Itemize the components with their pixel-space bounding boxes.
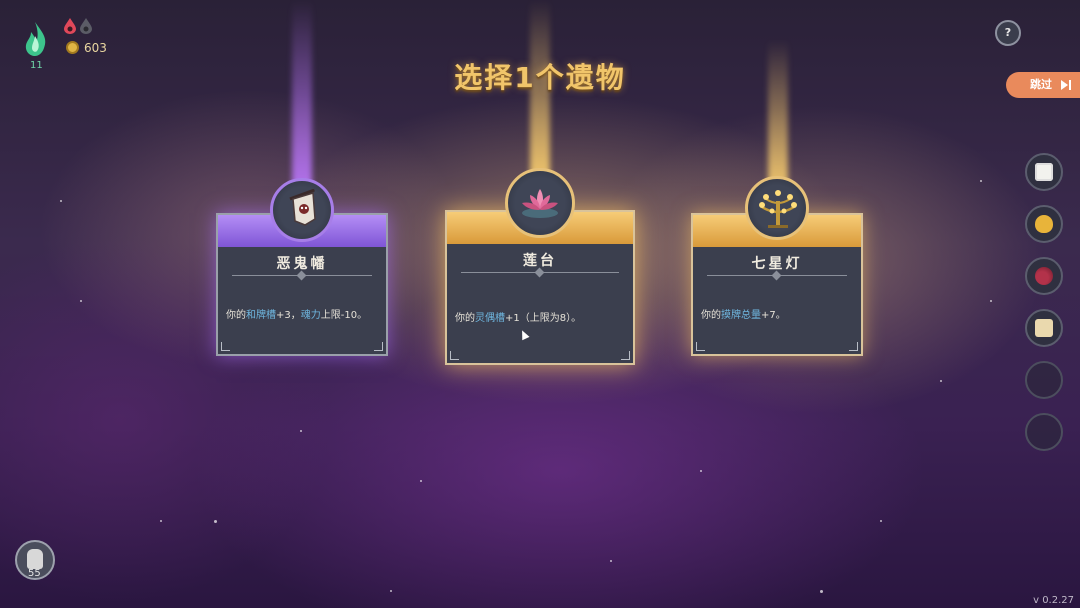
inventory-slot[interactable] — [1025, 257, 1063, 295]
inventory-slot[interactable] — [1025, 205, 1063, 243]
dark-drop-icon — [80, 18, 92, 34]
inventory-slot-empty[interactable] — [1025, 361, 1063, 399]
corner-ornament — [450, 351, 459, 360]
relic-medal — [270, 178, 334, 242]
relic-description: 你的摸牌总量+7。 — [701, 310, 786, 321]
corner-ornament — [621, 351, 630, 360]
corner-ornament — [221, 342, 230, 351]
berries-icon — [1035, 267, 1053, 285]
corner-ornament — [849, 342, 858, 351]
gold-count: 603 — [84, 41, 107, 55]
coin-icon — [66, 41, 79, 54]
relic-description: 你的和牌槽+3，魂力上限-10。 — [226, 310, 368, 321]
character-figure-icon — [27, 549, 43, 569]
inventory-slot-empty[interactable] — [1025, 413, 1063, 451]
character-level: 55 — [28, 568, 41, 579]
relic-medal — [745, 176, 809, 240]
seven-star-lamp-icon — [759, 190, 797, 228]
guide-label: ? — [1004, 26, 1012, 39]
relic-name: 恶鬼幡 — [276, 256, 328, 272]
corner-ornament — [374, 342, 383, 351]
lotus-pedestal-icon — [522, 189, 558, 218]
ghost-banner-icon — [289, 189, 316, 226]
green-flame-icon — [25, 22, 46, 56]
version-label: v 0.2.27 — [1033, 595, 1074, 606]
tofu-block-icon — [1035, 319, 1053, 337]
inventory-slot[interactable] — [1025, 153, 1063, 191]
guide-button[interactable]: ? — [995, 20, 1021, 46]
golden-fruit-icon — [1035, 215, 1053, 233]
corner-ornament — [696, 342, 705, 351]
relic-name: 莲台 — [523, 253, 557, 269]
sugar-cubes-icon — [1035, 163, 1053, 181]
page-title: 选择1个遗物 — [454, 61, 626, 94]
relic-medal — [505, 168, 575, 238]
red-drop-icon — [64, 18, 76, 34]
relic-name: 七星灯 — [751, 256, 803, 272]
inventory-slot[interactable] — [1025, 309, 1063, 347]
relic-description: 你的灵偶槽+1（上限为8）。 — [455, 313, 582, 324]
